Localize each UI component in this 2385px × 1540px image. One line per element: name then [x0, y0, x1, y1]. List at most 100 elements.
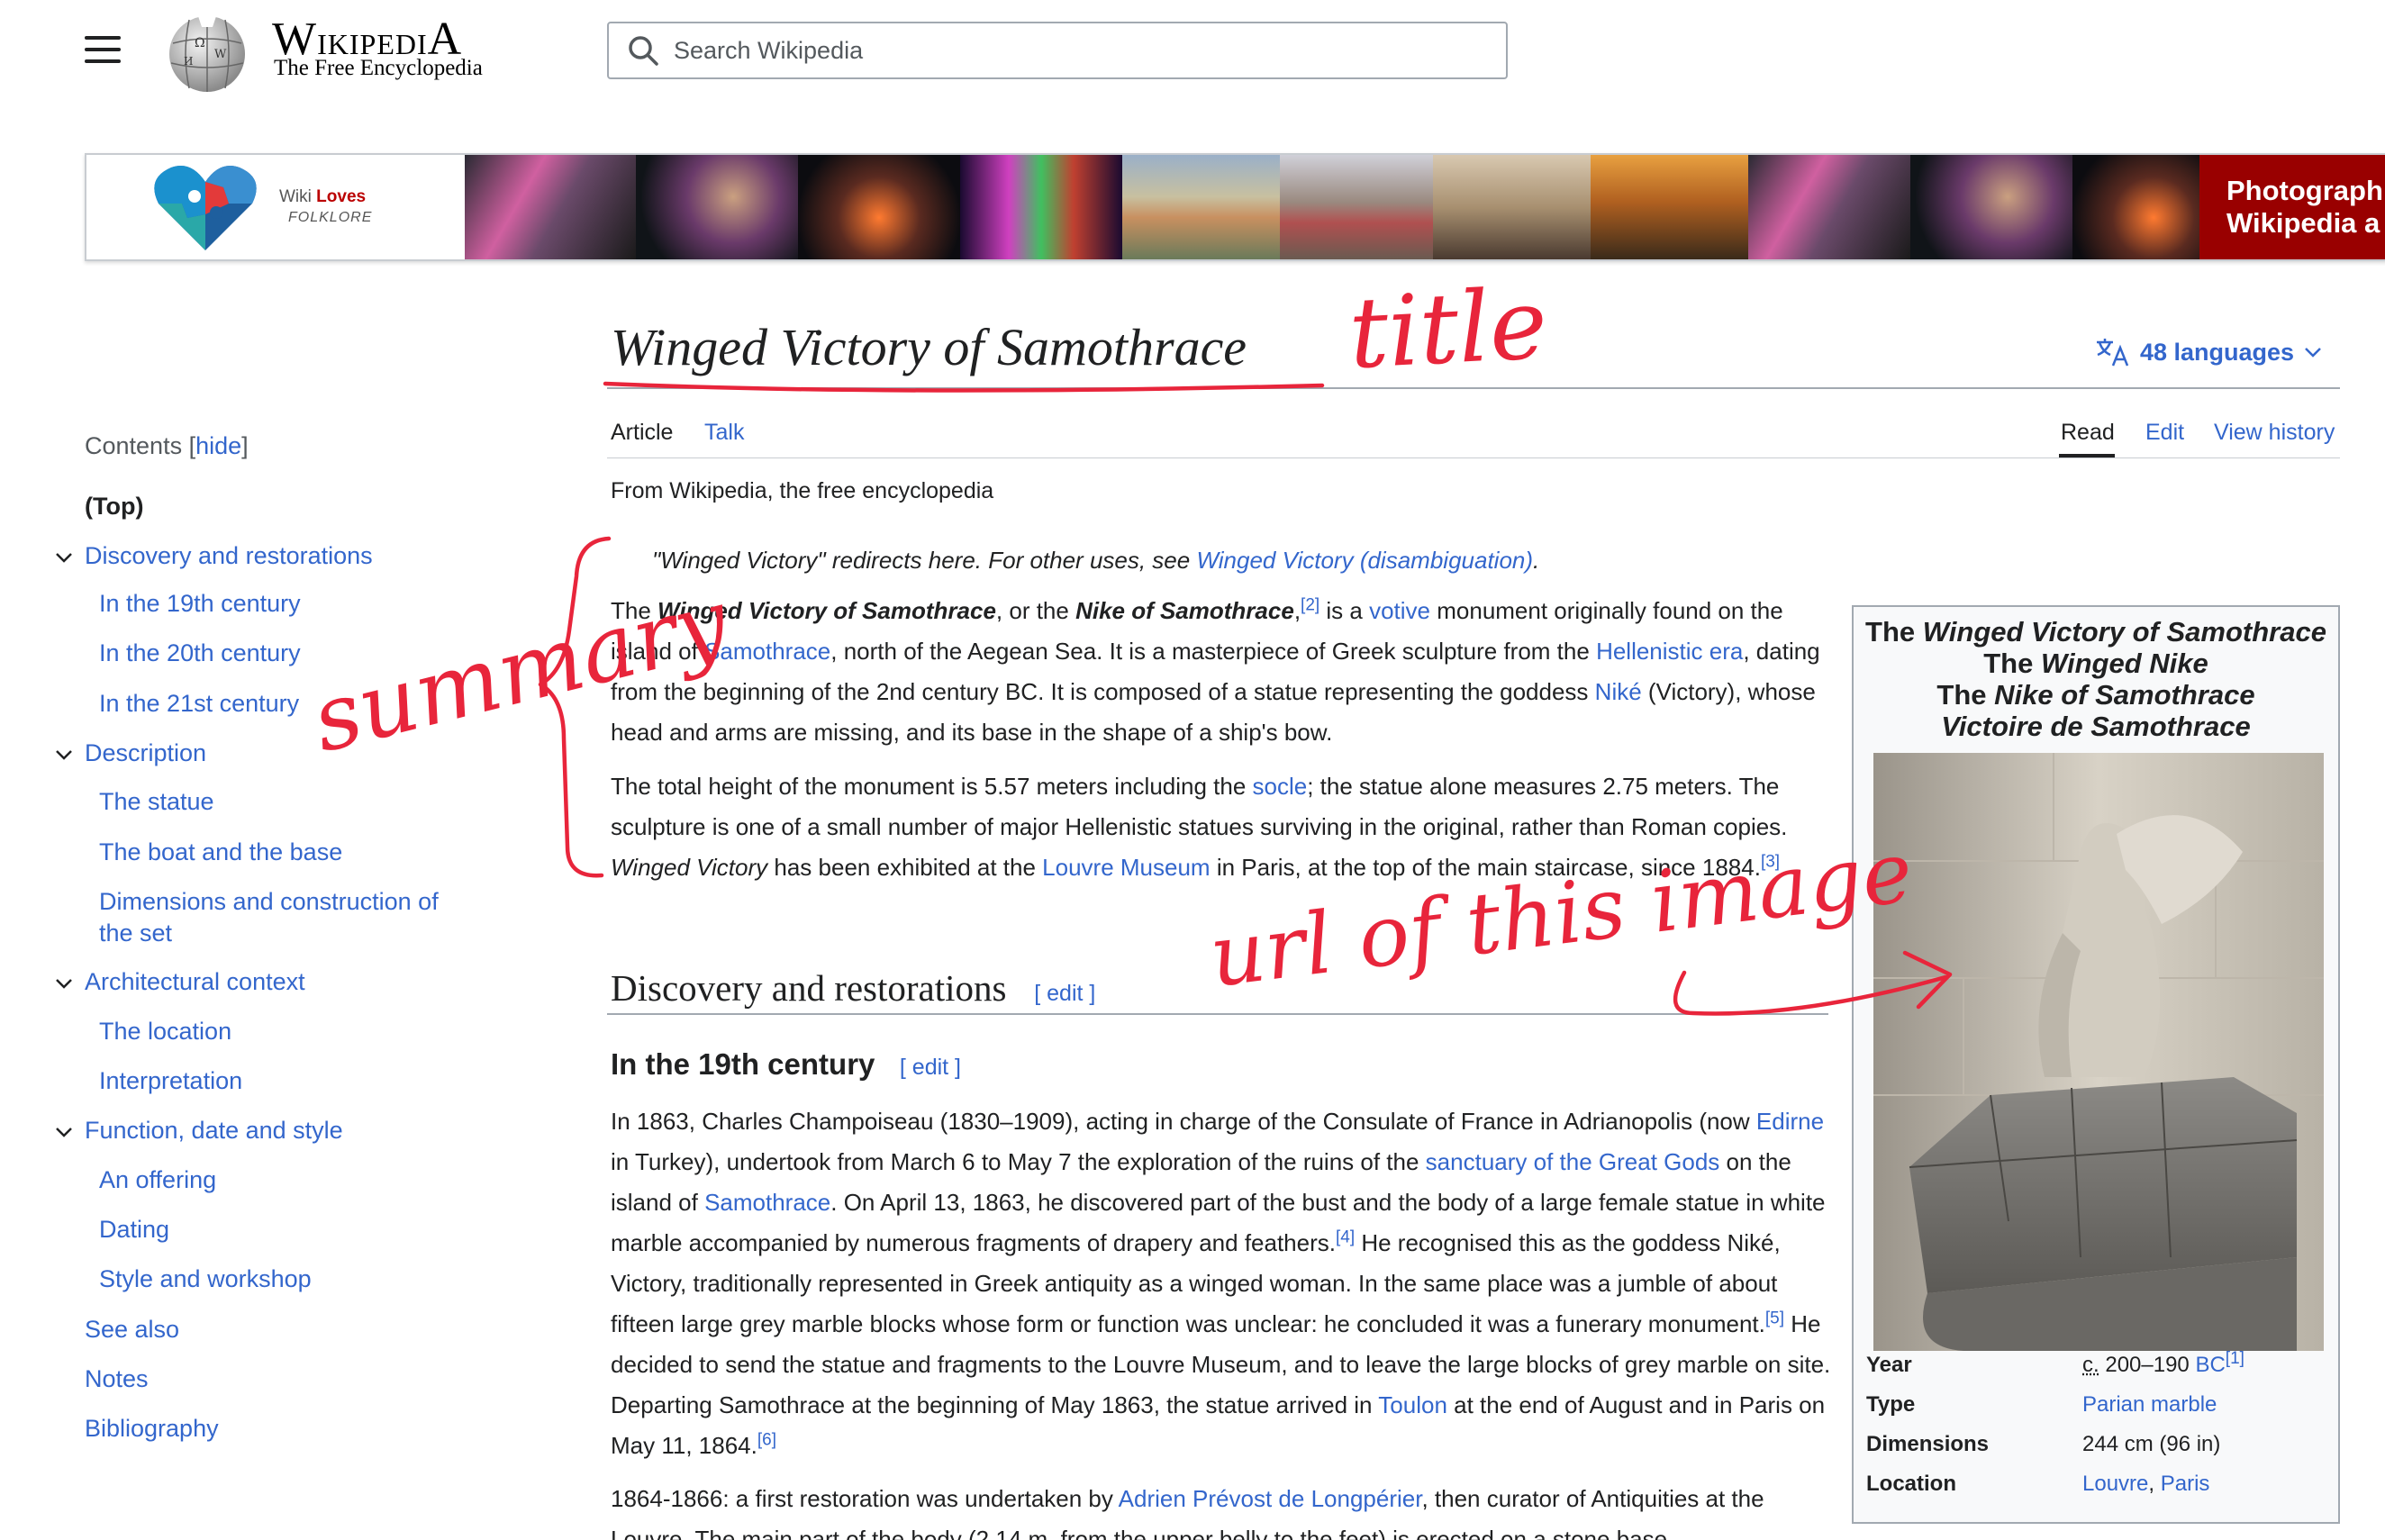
- toc-item[interactable]: Notes: [85, 1365, 149, 1393]
- toc-item[interactable]: Dimensions and construction of: [99, 888, 439, 916]
- toc-item[interactable]: An offering: [99, 1166, 216, 1194]
- toc-heading-label: Contents: [85, 432, 182, 459]
- tab-read[interactable]: Read: [2061, 420, 2115, 446]
- hatnote-link[interactable]: Winged Victory (disambiguation): [1196, 547, 1533, 574]
- infobox-title-line: The Winged Nike: [1854, 648, 2338, 679]
- puzzle-heart-icon: [151, 160, 259, 254]
- text: ,: [1294, 597, 1301, 624]
- subsection-edit-link[interactable]: [ edit ]: [900, 1055, 961, 1080]
- link-louvre[interactable]: Louvre: [2082, 1472, 2148, 1496]
- section-heading-text: Discovery and restorations: [611, 967, 1007, 1009]
- tabs-divider: [607, 457, 2340, 458]
- banner-photo: [465, 155, 636, 259]
- summary-brace: [540, 539, 609, 875]
- svg-text:И: И: [184, 55, 193, 68]
- infobox-label-type: Type: [1866, 1392, 1915, 1418]
- link-socle[interactable]: socle: [1253, 773, 1308, 800]
- search-icon: [627, 34, 659, 67]
- statue-image[interactable]: [1873, 753, 2324, 1351]
- tab-edit[interactable]: Edit: [2145, 420, 2184, 446]
- banner-photo: [1280, 155, 1433, 259]
- text: The: [611, 597, 657, 624]
- citation-link[interactable]: [4]: [1336, 1227, 1355, 1246]
- link-samothrace[interactable]: Samothrace: [704, 638, 830, 665]
- toc-item[interactable]: In the 19th century: [99, 590, 301, 618]
- toc-item[interactable]: In the 20th century: [99, 639, 301, 667]
- infobox-value-type: Parian marble: [2082, 1392, 2217, 1418]
- citation-link[interactable]: [6]: [757, 1430, 776, 1449]
- tab-article[interactable]: Article: [611, 420, 673, 446]
- text: In 1863, Charles Champoiseau (1830–1909)…: [611, 1108, 1756, 1135]
- toc-item[interactable]: The statue: [99, 788, 214, 816]
- search-input[interactable]: [674, 37, 1466, 65]
- infobox-title-line: The Winged Victory of Samothrace: [1854, 616, 2338, 648]
- toc-item[interactable]: Architectural context: [85, 968, 305, 996]
- body-paragraph-1: In 1863, Charles Champoiseau (1830–1909)…: [611, 1101, 1832, 1466]
- toc-item[interactable]: Dating: [99, 1216, 169, 1244]
- hatnote-text: "Winged Victory" redirects here. For oth…: [652, 547, 1196, 574]
- link-sanctuary[interactable]: sanctuary of the Great Gods: [1426, 1148, 1720, 1175]
- toc-item[interactable]: In the 21st century: [99, 690, 299, 718]
- toc-item[interactable]: the set: [99, 919, 172, 947]
- link-hellenistic-era[interactable]: Hellenistic era: [1596, 638, 1743, 665]
- bold-term: Winged Victory of Samothrace: [657, 597, 996, 624]
- toc-item-top[interactable]: (Top): [85, 493, 143, 521]
- toc-item[interactable]: Interpretation: [99, 1067, 242, 1095]
- citation-link[interactable]: [1]: [2226, 1349, 2244, 1368]
- citation-link[interactable]: [3]: [1761, 852, 1780, 871]
- tab-view-history[interactable]: View history: [2214, 420, 2335, 446]
- translate-icon: [2095, 337, 2131, 367]
- link-samothrace[interactable]: Samothrace: [704, 1189, 830, 1216]
- chevron-down-icon: [2303, 346, 2323, 358]
- text: in Turkey), undertook from March 6 to Ma…: [611, 1148, 1426, 1175]
- title-annotation-label: title: [1347, 268, 1550, 391]
- toc-item[interactable]: The boat and the base: [99, 838, 342, 866]
- banner-cta[interactable]: Photograph Wikipedia a: [2199, 155, 2385, 259]
- banner-logo-folklore: FOLKLORE: [288, 210, 372, 225]
- link-edirne[interactable]: Edirne: [1756, 1108, 1824, 1135]
- toc-collapse-chevron-icon[interactable]: [52, 1120, 76, 1144]
- toc-collapse-chevron-icon[interactable]: [52, 972, 76, 995]
- link-paris[interactable]: Paris: [2161, 1472, 2210, 1496]
- toc-item[interactable]: Description: [85, 739, 206, 767]
- search-box[interactable]: [607, 22, 1508, 79]
- main-menu-button[interactable]: [85, 36, 121, 63]
- link-louvre-museum[interactable]: Louvre Museum: [1042, 854, 1210, 881]
- infobox-title-italic: Victoire de Samothrace: [1941, 711, 2250, 742]
- banner-logo-loves: Loves: [316, 187, 366, 206]
- tab-talk[interactable]: Talk: [704, 420, 744, 446]
- toc-item[interactable]: Function, date and style: [85, 1117, 343, 1145]
- banner-photo: [1591, 155, 1748, 259]
- toc-item[interactable]: See also: [85, 1316, 179, 1344]
- infobox-title-line: The Nike of Samothrace: [1854, 679, 2338, 711]
- link-votive[interactable]: votive: [1369, 597, 1430, 624]
- toc-item[interactable]: The location: [99, 1018, 231, 1046]
- link-adrien-prevost[interactable]: Adrien Prévost de Longpérier: [1119, 1485, 1422, 1512]
- banner-logo-text: Wiki Loves FOLKLORE: [279, 187, 372, 228]
- section-edit-link[interactable]: [ edit ]: [1034, 981, 1095, 1006]
- toc-item[interactable]: Bibliography: [85, 1415, 219, 1443]
- bold-term: Nike of Samothrace: [1075, 597, 1294, 624]
- toc-item[interactable]: Discovery and restorations: [85, 542, 373, 570]
- banner-cta-line: Wikipedia a: [2226, 207, 2385, 240]
- toc-item[interactable]: Style and workshop: [99, 1265, 312, 1293]
- banner-photo: [960, 155, 1122, 259]
- toc-heading: Contents [hide]: [85, 432, 249, 460]
- language-button[interactable]: 48 languages: [2095, 337, 2323, 367]
- menu-bar: [85, 59, 121, 63]
- campaign-banner[interactable]: Wiki Loves FOLKLORE Photograph Wikipedia…: [85, 153, 2385, 261]
- citation-link[interactable]: [2]: [1301, 595, 1319, 614]
- link-toulon[interactable]: Toulon: [1378, 1391, 1447, 1418]
- link-parian-marble[interactable]: Parian marble: [2082, 1392, 2217, 1417]
- link-bc[interactable]: BC: [2195, 1353, 2225, 1377]
- wikipedia-globe-logo[interactable]: Ω W И: [162, 7, 252, 97]
- banner-cta-line: Photograph: [2226, 175, 2385, 207]
- infobox-label-dimensions: Dimensions: [1866, 1432, 1989, 1457]
- toc-collapse-chevron-icon[interactable]: [52, 546, 76, 569]
- toc-collapse-chevron-icon[interactable]: [52, 743, 76, 766]
- citation-link[interactable]: [5]: [1765, 1309, 1784, 1327]
- toc-hide-link[interactable]: hide: [195, 432, 241, 459]
- section-divider: [607, 1013, 1828, 1015]
- link-nike[interactable]: Niké: [1595, 678, 1642, 705]
- banner-photo: [1122, 155, 1280, 259]
